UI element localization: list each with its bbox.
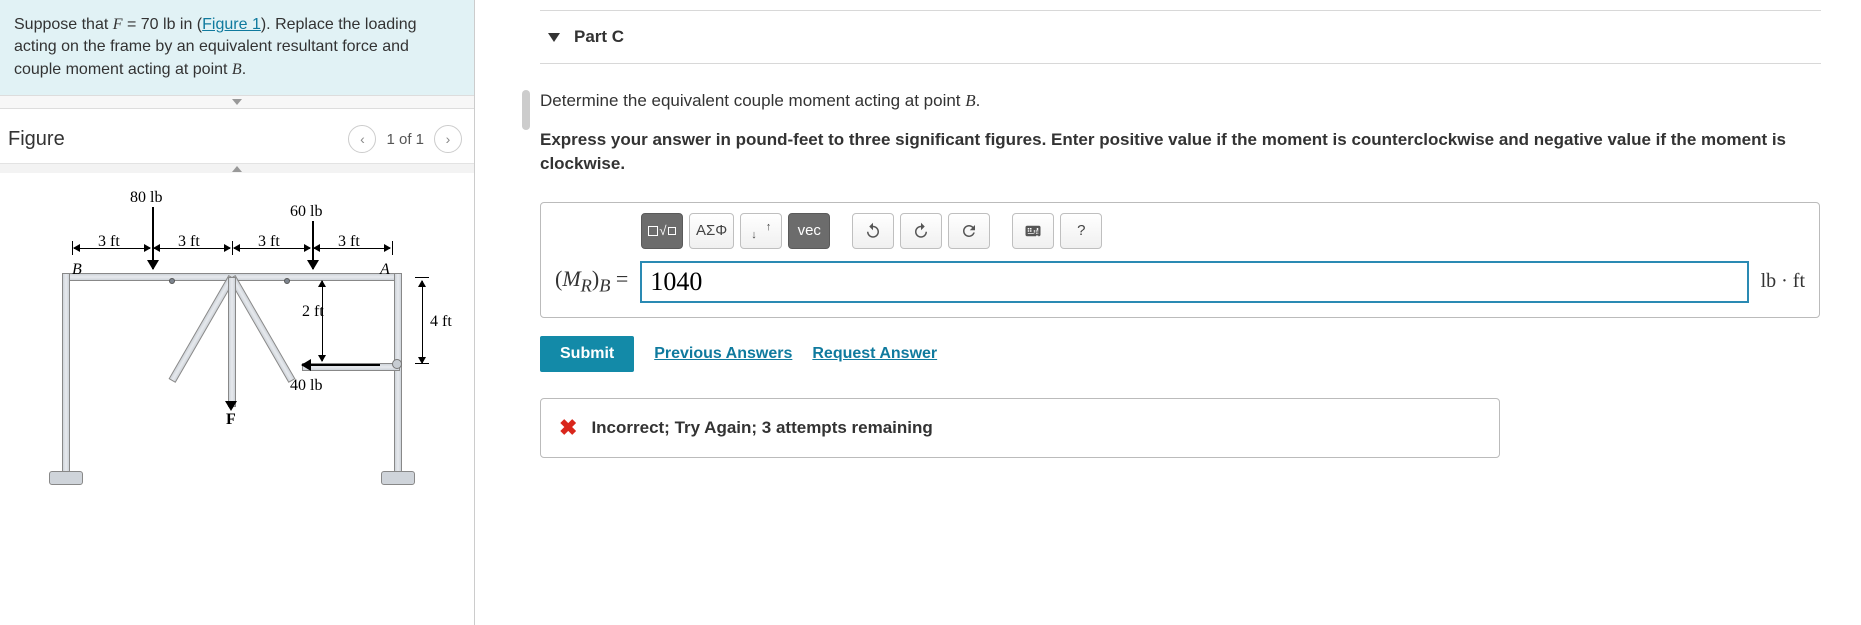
reset-button[interactable]: [948, 213, 990, 249]
answer-label: (MR)B =: [555, 266, 628, 296]
answer-area: √ ΑΣΦ ↓ ↑ vec ? (MR)B = lb · ft: [540, 202, 1820, 318]
dim-label: 2 ft: [302, 303, 324, 321]
answer-row: (MR)B = lb · ft: [555, 261, 1805, 303]
submit-row: Submit Previous Answers Request Answer: [540, 336, 1821, 372]
force-member-f: [228, 277, 236, 407]
point-b: B: [72, 261, 82, 279]
base-left: [49, 471, 83, 485]
collapse-handle[interactable]: [0, 95, 474, 109]
problem-text: Suppose that: [14, 16, 113, 33]
dim-label: 3 ft: [178, 233, 200, 251]
keyboard-button[interactable]: [1012, 213, 1054, 249]
request-answer-link[interactable]: Request Answer: [812, 345, 937, 363]
figure-scroll-up[interactable]: [0, 163, 474, 173]
vec-button[interactable]: vec: [788, 213, 830, 249]
left-panel: Suppose that F = 70 lb in (Figure 1). Re…: [0, 0, 475, 625]
templates-button[interactable]: √: [641, 213, 683, 249]
dim-label: 3 ft: [338, 233, 360, 251]
dim-label: 3 ft: [98, 233, 120, 251]
column-right: [394, 273, 402, 473]
redo-button[interactable]: [900, 213, 942, 249]
figure-nav: ‹ 1 of 1 ›: [348, 125, 462, 153]
formula-toolbar: √ ΑΣΦ ↓ ↑ vec ?: [555, 213, 1805, 249]
greek-button[interactable]: ΑΣΦ: [689, 213, 734, 249]
figure-title: Figure: [8, 128, 65, 151]
feedback-message: Incorrect; Try Again; 3 attempts remaini…: [591, 418, 932, 438]
problem-text: = 70 lb in (: [123, 16, 203, 33]
dim-label: 4 ft: [430, 313, 452, 331]
scrollbar-thumb[interactable]: [522, 90, 530, 130]
point-a: A: [380, 261, 390, 279]
base-right: [381, 471, 415, 485]
chevron-down-icon: [232, 99, 242, 105]
force-f-label: F: [226, 411, 236, 429]
help-button[interactable]: ?: [1060, 213, 1102, 249]
load-label: 80 lb: [130, 189, 162, 207]
load-label: 40 lb: [290, 377, 322, 395]
column-left: [62, 273, 70, 473]
figure-header: Figure ‹ 1 of 1 ›: [0, 109, 474, 163]
figure-body: 3 ft 3 ft 3 ft 3 ft 80 lb: [0, 173, 474, 625]
variable-f: F: [113, 16, 123, 33]
submit-button[interactable]: Submit: [540, 336, 634, 372]
chevron-down-icon: [548, 33, 560, 42]
undo-button[interactable]: [852, 213, 894, 249]
part-prompt: Determine the equivalent couple moment a…: [540, 90, 1821, 112]
part-header[interactable]: Part C: [540, 10, 1821, 64]
dim-label: 3 ft: [258, 233, 280, 251]
feedback-box: ✖ Incorrect; Try Again; 3 attempts remai…: [540, 398, 1500, 458]
previous-answers-link[interactable]: Previous Answers: [654, 345, 792, 363]
scroll-divider: [475, 0, 540, 625]
problem-statement: Suppose that F = 70 lb in (Figure 1). Re…: [0, 0, 474, 95]
chevron-up-icon: [232, 166, 242, 172]
figure-next-button[interactable]: ›: [434, 125, 462, 153]
load-arrow-80: [152, 207, 154, 269]
load-arrow-60: [312, 221, 314, 269]
part-title: Part C: [574, 27, 624, 47]
frame-diagram: 3 ft 3 ft 3 ft 3 ft 80 lb: [22, 183, 452, 513]
load-label: 60 lb: [290, 203, 322, 221]
x-icon: ✖: [559, 415, 577, 441]
brace-left: [169, 275, 236, 383]
brace-right: [229, 275, 296, 383]
right-panel: Part C Determine the equivalent couple m…: [540, 0, 1861, 625]
load-arrow-40: [302, 364, 380, 366]
answer-input[interactable]: [640, 261, 1748, 303]
variable-b: B: [232, 61, 242, 78]
figure-link[interactable]: Figure 1: [202, 16, 261, 33]
figure-prev-button[interactable]: ‹: [348, 125, 376, 153]
subsup-button[interactable]: ↓ ↑: [740, 213, 782, 249]
part-hint: Express your answer in pound-feet to thr…: [540, 128, 1820, 176]
answer-units: lb · ft: [1761, 270, 1805, 293]
figure-counter: 1 of 1: [386, 131, 424, 148]
